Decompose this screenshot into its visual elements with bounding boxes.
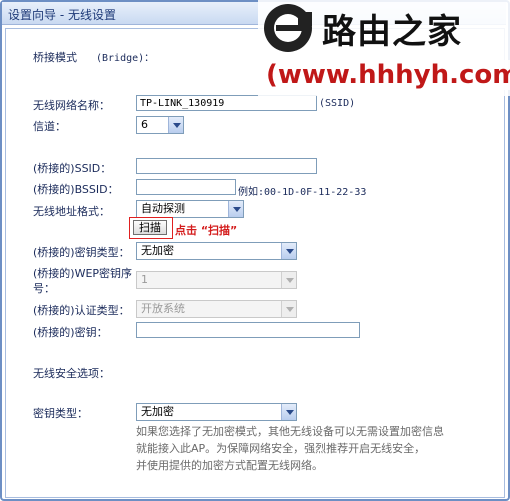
- security-note-line1: 如果您选择了无加密模式，其他无线设备可以无需设置加密信息: [136, 425, 444, 438]
- auth-type-select[interactable]: 开放系统: [136, 300, 297, 318]
- channel-label: 信道：: [33, 120, 66, 133]
- bridge-mode-label: 桥接模式: [33, 51, 77, 64]
- chevron-down-icon[interactable]: [168, 117, 183, 133]
- bridge-ssid-label: (桥接的)SSID：: [33, 162, 112, 175]
- ssid-input[interactable]: TP-LINK_130919: [136, 95, 317, 111]
- scan-button[interactable]: 扫描: [133, 220, 167, 235]
- wep-index-label-line1: (桥接的)WEP密钥序: [33, 267, 133, 280]
- bridge-key-type-value: 无加密: [141, 244, 174, 257]
- security-key-type-select[interactable]: 无加密: [136, 403, 297, 421]
- bridge-ssid-input[interactable]: [136, 158, 317, 174]
- ssid-label: 无线网络名称：: [33, 99, 110, 112]
- bssid-example: 例如:00-1D-0F-11-22-33: [238, 187, 367, 198]
- watermark-logo-icon: [264, 4, 312, 52]
- bridge-key-input[interactable]: [136, 322, 360, 338]
- security-note-line3: 并使用提供的加密方式配置无线网络。: [136, 459, 323, 472]
- chevron-down-icon[interactable]: [281, 301, 296, 317]
- wep-index-value: 1: [141, 273, 148, 286]
- chevron-down-icon[interactable]: [281, 243, 296, 259]
- channel-select[interactable]: 6: [136, 116, 184, 134]
- security-key-type-label: 密钥类型：: [33, 407, 88, 420]
- chevron-down-icon[interactable]: [281, 404, 296, 420]
- window-title: 设置向导 - 无线设置: [8, 8, 116, 22]
- bridge-key-label: (桥接的)密钥：: [33, 326, 108, 339]
- scan-hint: 点击 “扫描”: [175, 224, 238, 237]
- wep-index-label-line2: 号：: [33, 282, 55, 295]
- bridge-mode-value: (Bridge)：: [96, 53, 155, 64]
- security-note-line2: 就能接入此AP。为保障网络安全，强烈推荐开启无线安全，: [136, 442, 426, 455]
- bridge-bssid-input[interactable]: [136, 179, 236, 195]
- chevron-down-icon[interactable]: [228, 201, 243, 217]
- bridge-key-type-select[interactable]: 无加密: [136, 242, 297, 260]
- addr-format-value: 自动探测: [141, 202, 185, 215]
- security-heading: 无线安全选项：: [33, 367, 110, 380]
- wep-index-select[interactable]: 1: [136, 271, 297, 289]
- bridge-key-type-label: (桥接的)密钥类型：: [33, 246, 130, 259]
- auth-type-label: (桥接的)认证类型：: [33, 304, 130, 317]
- chevron-down-icon[interactable]: [281, 272, 296, 288]
- ssid-hint: (SSID): [319, 98, 356, 109]
- bridge-bssid-label: (桥接的)BSSID：: [33, 183, 119, 196]
- channel-value: 6: [141, 118, 148, 131]
- security-key-type-value: 无加密: [141, 405, 174, 418]
- auth-type-value: 开放系统: [141, 302, 185, 315]
- watermark-url: (www.hhhyh.com): [264, 60, 510, 90]
- addr-format-select[interactable]: 自动探测: [136, 200, 244, 218]
- addr-format-label: 无线地址格式：: [33, 205, 110, 218]
- watermark-brand: 路由之家: [322, 12, 462, 52]
